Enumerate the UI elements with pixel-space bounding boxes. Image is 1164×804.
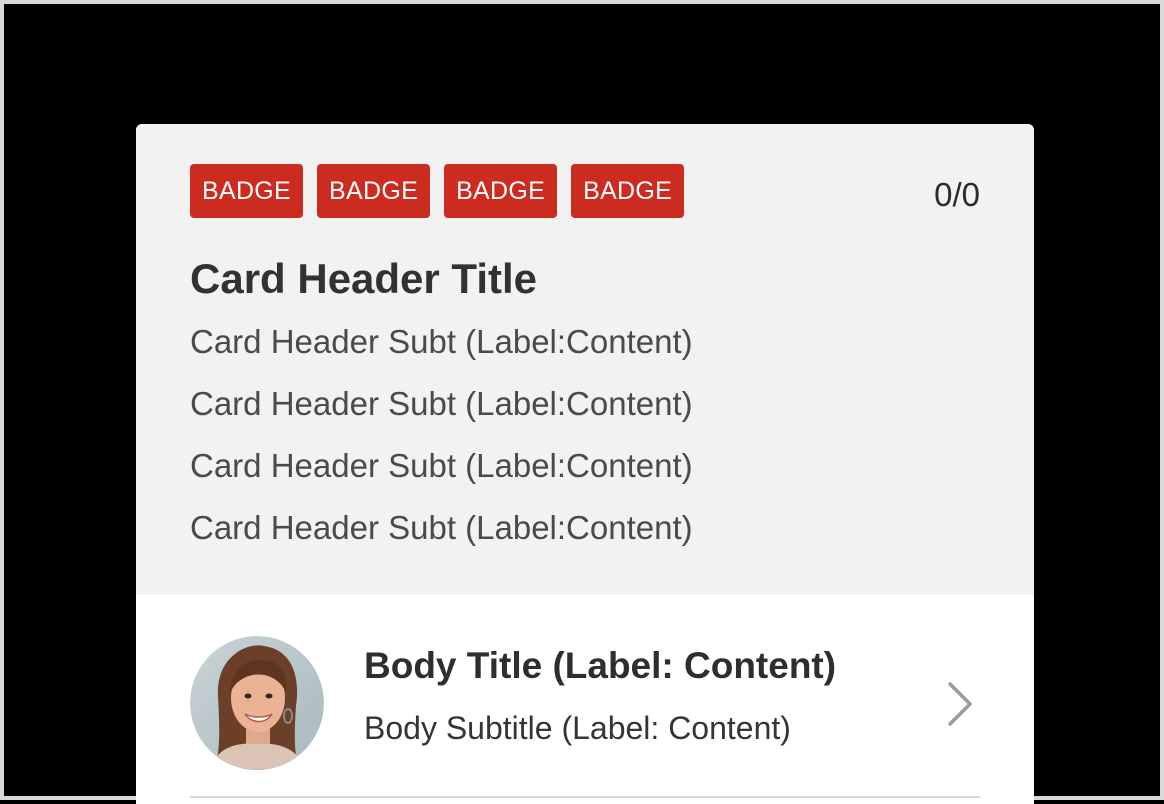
counter: 0/0 (934, 176, 980, 213)
badge: BADGE (571, 164, 685, 218)
body-list-item[interactable]: Body Title (Label: Content) Body Subtitl… (136, 595, 1034, 804)
card-header-subtitle: Card Header Subt (Label:Content) (190, 385, 693, 422)
badge-group: BADGE BADGE BADGE BADGE (190, 164, 685, 218)
card-header-subtitle: Card Header Subt (Label:Content) (190, 323, 693, 360)
card-header-title: Card Header Title (190, 255, 538, 302)
card-header-subtitle: Card Header Subt (Label:Content) (190, 509, 693, 546)
screen-frame: BADGE BADGE BADGE BADGE 0/0 Card Header … (0, 0, 1164, 804)
card-header: BADGE BADGE BADGE BADGE 0/0 Card Header … (136, 124, 1034, 595)
avatar (190, 636, 324, 770)
person-photo-icon (190, 636, 324, 770)
badge: BADGE (190, 164, 304, 218)
card-header-subtitle: Card Header Subt (Label:Content) (190, 447, 693, 484)
card-header-subtitles: Card Header Subt (Label:Content) Card He… (190, 320, 693, 568)
body-title: Body Title (Label: Content) (364, 645, 837, 686)
badge: BADGE (444, 164, 558, 218)
badge: BADGE (317, 164, 431, 218)
card: BADGE BADGE BADGE BADGE 0/0 Card Header … (136, 124, 1034, 804)
body-subtitle: Body Subtitle (Label: Content) (364, 710, 791, 746)
divider (190, 796, 980, 798)
chevron-right-icon[interactable] (942, 680, 978, 728)
